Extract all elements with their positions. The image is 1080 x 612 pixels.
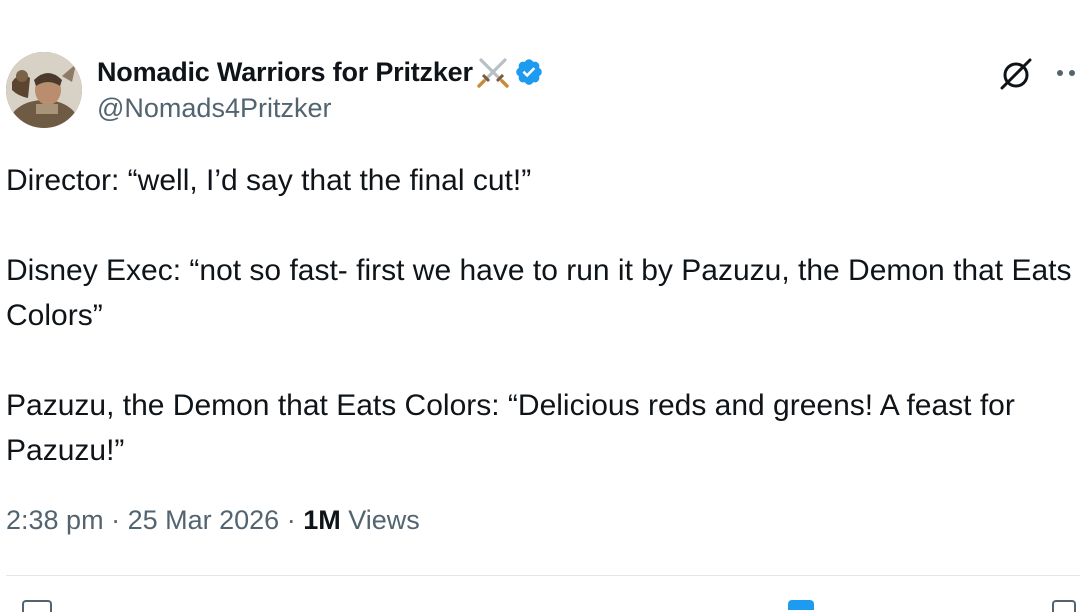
- tweet-text: Director: “well, I’d say that the final …: [6, 158, 1080, 473]
- divider: [6, 575, 1080, 576]
- tweet-header: Nomadic Warriors for Pritzker @Nomads4Pr…: [97, 52, 544, 124]
- bookmark-icon[interactable]: [788, 600, 814, 610]
- tweet-paragraph: Pazuzu, the Demon that Eats Colors: “Del…: [6, 389, 1015, 467]
- avatar[interactable]: [6, 52, 82, 128]
- verified-badge-icon[interactable]: [514, 57, 544, 87]
- display-name[interactable]: Nomadic Warriors for Pritzker: [97, 57, 473, 88]
- meta-separator: ·: [111, 505, 121, 535]
- views-count: 1M: [303, 505, 341, 535]
- author-handle[interactable]: @Nomads4Pritzker: [97, 93, 544, 124]
- name-row: Nomadic Warriors for Pritzker: [97, 52, 544, 92]
- tweet-date[interactable]: 25 Mar 2026: [128, 505, 280, 535]
- reply-icon[interactable]: [22, 600, 52, 612]
- crossed-swords-icon: [475, 54, 511, 90]
- tweet-time[interactable]: 2:38 pm: [6, 505, 104, 535]
- tweet-paragraph: Director: “well, I’d say that the final …: [6, 164, 532, 197]
- tweet-meta: 2:38 pm · 25 Mar 2026 · 1M Views: [6, 505, 420, 536]
- meta-separator: ·: [286, 505, 296, 535]
- more-options-icon[interactable]: [1054, 58, 1080, 88]
- share-icon[interactable]: [1052, 600, 1076, 612]
- tweet-paragraph: Disney Exec: “not so fast- first we have…: [6, 254, 1072, 332]
- views-label: Views: [348, 505, 420, 535]
- tweet-card: Nomadic Warriors for Pritzker @Nomads4Pr…: [0, 0, 1080, 612]
- avatar-image: [6, 52, 82, 128]
- grok-icon[interactable]: [998, 56, 1034, 92]
